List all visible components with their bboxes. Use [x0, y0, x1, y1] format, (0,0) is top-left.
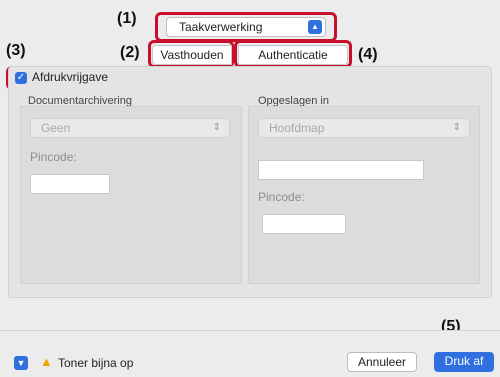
document-storage-select[interactable]: Geen ⇕ [30, 118, 230, 138]
warning-text: Toner bijna op [58, 356, 134, 370]
tab-label: Authenticatie [258, 48, 328, 62]
warning-icon: ▲ [40, 354, 53, 369]
tab-vasthouden[interactable]: Vasthouden [152, 45, 232, 65]
select-value: Hoofdmap [269, 121, 325, 135]
callout-2: (2) [120, 44, 140, 61]
pin-label-right: Pincode: [258, 190, 305, 204]
print-button-label: Druk af [444, 354, 484, 368]
chevron-updown-icon: ▲ [308, 20, 322, 34]
cancel-button-label: Annuleer [357, 355, 407, 369]
popup-value: Taakverwerking [179, 20, 263, 34]
folder-input[interactable] [258, 160, 424, 180]
callout-4: (4) [358, 46, 378, 63]
cancel-button[interactable]: Annuleer [347, 352, 417, 372]
saved-in-select[interactable]: Hoofdmap ⇕ [258, 118, 470, 138]
chevron-updown-icon: ⇕ [212, 122, 221, 133]
pin-input-right[interactable] [262, 214, 346, 234]
chevron-down-icon[interactable]: ▼ [14, 356, 28, 370]
job-handling-popup[interactable]: Taakverwerking ▲ [166, 17, 326, 37]
tab-authenticatie[interactable]: Authenticatie [238, 45, 348, 65]
pin-label-left: Pincode: [30, 150, 77, 164]
callout-1: (1) [117, 10, 137, 27]
print-button[interactable]: Druk af [434, 352, 494, 372]
pin-input-left[interactable] [30, 174, 110, 194]
tab-label: Vasthouden [160, 48, 224, 62]
callout-3: (3) [6, 42, 26, 59]
chevron-updown-icon: ⇕ [452, 122, 461, 133]
release-checkbox[interactable]: ✓ [15, 72, 27, 84]
release-checkbox-label: Afdrukvrijgave [32, 70, 109, 84]
select-value: Geen [41, 121, 71, 135]
